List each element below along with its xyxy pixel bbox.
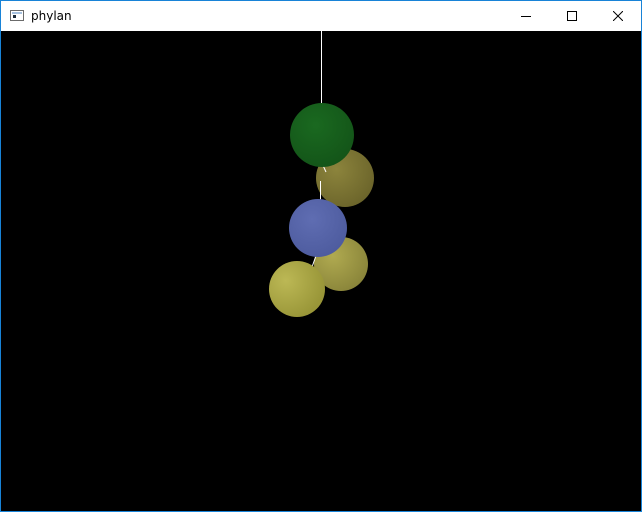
green-sphere [290,103,354,167]
yellow-sphere-left [269,261,325,317]
maximize-button[interactable] [549,1,595,31]
blue-sphere [289,199,347,257]
scene-canvas[interactable] [1,31,641,511]
maximize-icon [567,11,577,21]
window-title: phylan [31,9,72,23]
close-button[interactable] [595,1,641,31]
close-icon [613,11,623,21]
app-window-icon[interactable] [10,10,24,21]
app-window: phylan [0,0,642,512]
render-viewport[interactable] [1,31,641,511]
title-bar[interactable]: phylan [1,1,641,31]
minimize-button[interactable] [503,1,549,31]
minimize-icon [521,16,531,17]
